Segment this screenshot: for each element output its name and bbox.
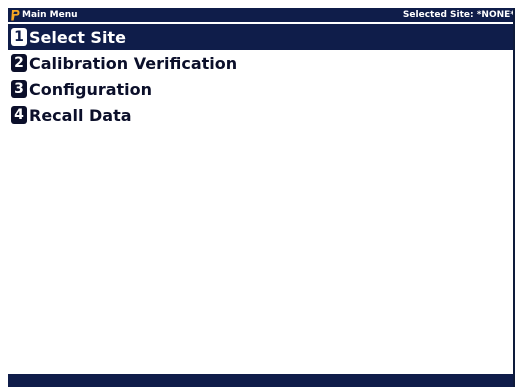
menu-item-select-site[interactable]: 1 Select Site xyxy=(8,24,513,50)
key-3-badge: 3 xyxy=(11,80,27,98)
window-title: Main Menu xyxy=(22,10,78,20)
menu-item-calibration-verification[interactable]: 2 Calibration Verification xyxy=(8,50,513,76)
main-menu-screen: Main Menu Selected Site: *NONE* 1 Select… xyxy=(8,8,515,387)
menu-item-configuration[interactable]: 3 Configuration xyxy=(8,76,513,102)
bottom-status-bar xyxy=(8,374,513,387)
p-logo-icon xyxy=(10,8,20,22)
menu-item-recall-data[interactable]: 4 Recall Data xyxy=(8,102,513,128)
main-menu-list: 1 Select Site 2 Calibration Verification… xyxy=(8,24,513,128)
selected-site-status: Selected Site: *NONE* xyxy=(402,10,515,20)
menu-item-label: Select Site xyxy=(29,27,126,47)
title-bar: Main Menu Selected Site: *NONE* xyxy=(8,8,515,22)
menu-item-label: Recall Data xyxy=(29,105,132,125)
menu-item-label: Configuration xyxy=(29,79,153,99)
menu-item-label: Calibration Verification xyxy=(29,53,238,73)
key-1-badge: 1 xyxy=(11,28,27,46)
key-4-badge: 4 xyxy=(11,106,27,124)
key-2-badge: 2 xyxy=(11,54,27,72)
